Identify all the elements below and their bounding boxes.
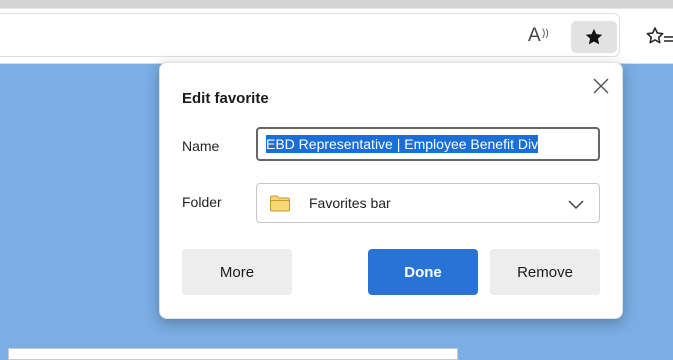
- page-content-panel: [8, 348, 458, 360]
- star-filled-icon: [585, 28, 603, 45]
- folder-value: Favorites bar: [309, 195, 391, 211]
- folder-icon: [270, 195, 290, 212]
- edit-favorite-dialog: Edit favorite Name EBD Representative | …: [159, 62, 623, 319]
- close-button[interactable]: [590, 75, 612, 97]
- window-top-strip: [0, 0, 673, 8]
- folder-label: Folder: [182, 194, 222, 210]
- favorite-star-button[interactable]: [571, 21, 617, 53]
- name-input-value: EBD Representative | Employee Benefit Di…: [266, 135, 539, 153]
- remove-button[interactable]: Remove: [490, 249, 600, 295]
- chevron-down-icon: [568, 200, 584, 210]
- browser-toolbar: A)): [0, 8, 673, 64]
- folder-dropdown[interactable]: Favorites bar: [256, 183, 600, 223]
- name-label: Name: [182, 138, 220, 154]
- done-button[interactable]: Done: [368, 249, 478, 295]
- favorites-button[interactable]: [645, 25, 673, 51]
- close-icon: [593, 78, 609, 94]
- address-bar[interactable]: [0, 13, 620, 57]
- name-input[interactable]: EBD Representative | Employee Benefit Di…: [256, 127, 600, 161]
- dialog-title: Edit favorite: [182, 90, 269, 107]
- more-button[interactable]: More: [182, 249, 292, 295]
- star-list-icon: [646, 27, 673, 44]
- read-aloud-icon[interactable]: A)): [528, 23, 552, 49]
